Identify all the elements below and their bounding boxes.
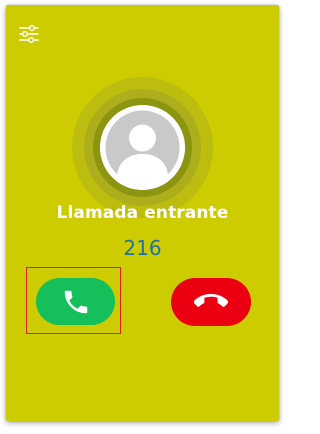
decline-call-button[interactable] <box>171 278 251 326</box>
caller-avatar <box>100 105 185 190</box>
accept-call-button[interactable] <box>36 278 115 325</box>
call-status-label: Llamada entrante <box>56 203 229 223</box>
person-silhouette-icon <box>100 105 185 190</box>
caller-number: 216 <box>123 236 162 260</box>
settings-sliders-icon[interactable] <box>18 23 40 45</box>
incoming-call-screen: Llamada entrante 216 <box>6 5 279 421</box>
phone-hangup-icon <box>194 293 228 307</box>
phone-icon <box>64 290 87 313</box>
